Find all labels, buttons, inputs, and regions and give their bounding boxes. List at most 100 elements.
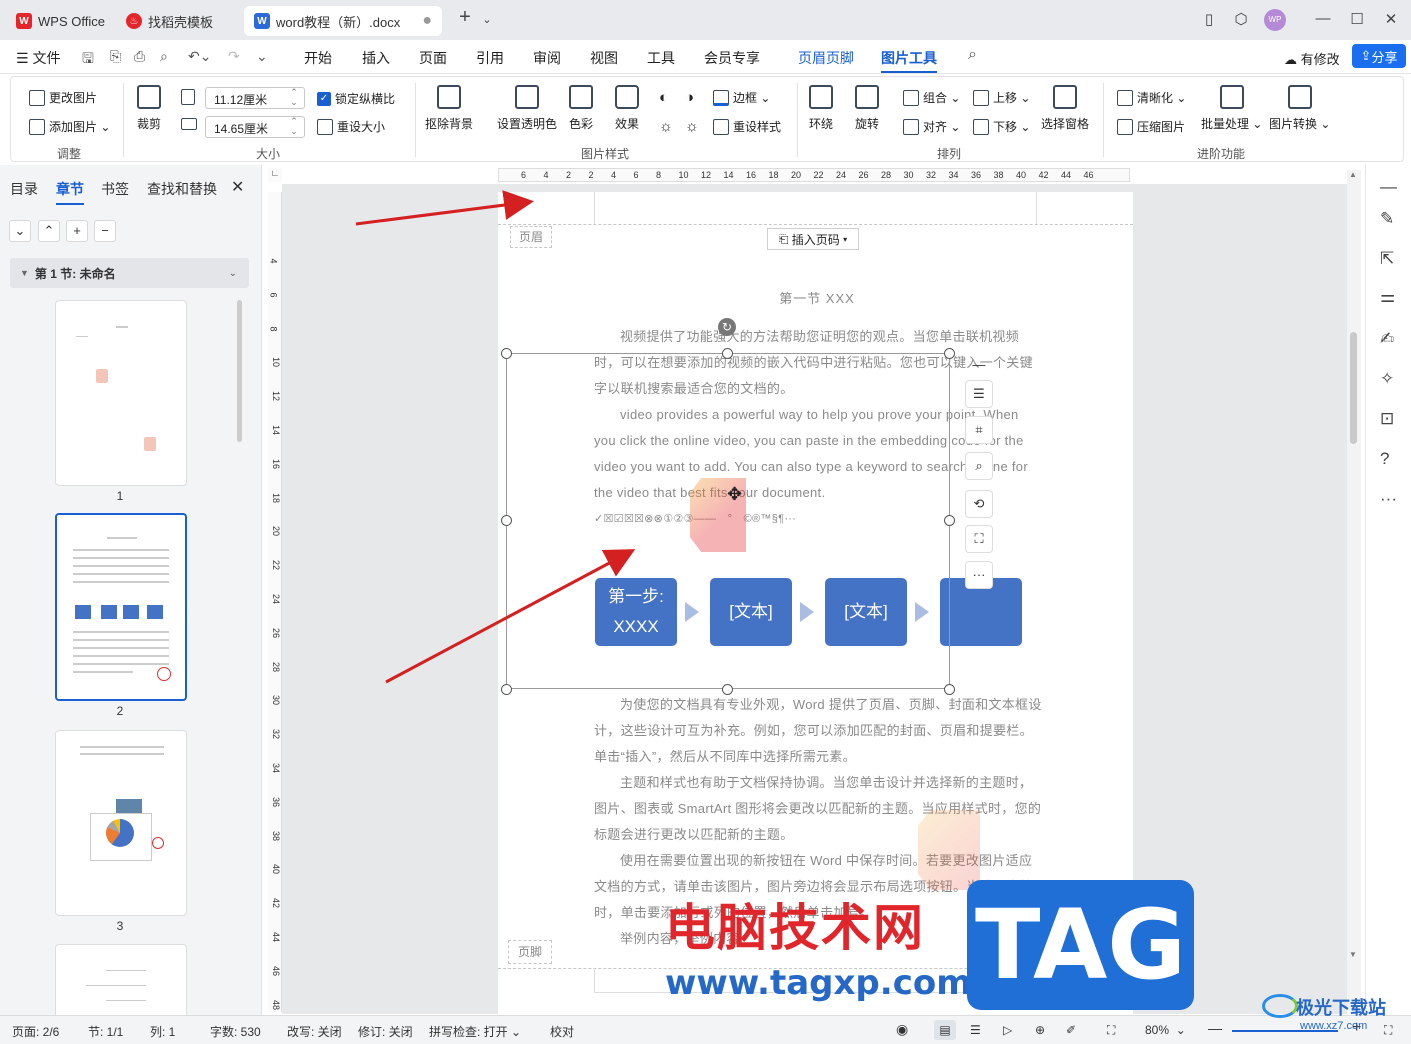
page-thumbnail-1[interactable] — [55, 300, 187, 486]
status-spellcheck[interactable]: 拼写检查: 打开 ⌄ — [429, 1023, 521, 1040]
chevron-down-icon[interactable]: ⌄ — [9, 220, 31, 242]
convert-button[interactable]: 图片转换 ⌄ — [1269, 85, 1330, 132]
tab-find-replace[interactable]: 查找和替换 — [147, 179, 217, 199]
fullscreen-icon[interactable]: ⛶ — [1384, 1023, 1392, 1038]
align-button[interactable]: 对齐 ⌄ — [903, 118, 960, 135]
layout-icon[interactable]: ▯ — [1198, 10, 1220, 28]
status-overwrite[interactable]: 改写: 关闭 — [287, 1023, 342, 1040]
wrap-button[interactable]: 环绕 — [809, 85, 833, 132]
close-icon[interactable]: ✕ — [1380, 10, 1402, 28]
tab-templates[interactable]: ♨ 找稻壳模板 — [116, 6, 238, 36]
remove-bg-button[interactable]: 抠除背景 — [425, 85, 473, 132]
outline-view-icon[interactable]: ☰ — [970, 1023, 981, 1037]
effect-button[interactable]: 效果 — [615, 85, 639, 132]
export-icon[interactable]: ⎘ — [110, 48, 121, 65]
resize-handle[interactable] — [944, 348, 955, 359]
pen-icon[interactable]: ✎ — [1380, 209, 1394, 229]
menu-header-footer[interactable]: 页眉页脚 — [798, 48, 854, 68]
section-item[interactable]: ▼ 第 1 节: 未命名 ⌄ — [10, 258, 249, 288]
batch-button[interactable]: 批量处理 ⌄ — [1201, 85, 1262, 132]
float-more-icon[interactable]: ··· — [965, 561, 993, 589]
change-image-button[interactable]: 更改图片 — [29, 89, 97, 106]
status-column[interactable]: 列: 1 — [150, 1023, 175, 1040]
brightness-icon[interactable]: ◐ — [659, 89, 668, 106]
scroll-up-icon[interactable]: ▲ — [1349, 170, 1357, 179]
save-icon[interactable]: 🖫 — [82, 48, 94, 72]
color-button[interactable]: 色彩 — [569, 85, 593, 132]
tab-wps-office[interactable]: W WPS Office — [6, 6, 110, 36]
minimize-icon[interactable]: — — [1312, 10, 1334, 27]
print-icon[interactable]: ⎙ — [134, 48, 145, 65]
compress-button[interactable]: 压缩图片 — [1117, 118, 1185, 135]
magic-tool-icon[interactable]: ✧ — [1380, 369, 1394, 389]
page-thumbnail-4[interactable] — [55, 944, 187, 1015]
help-icon[interactable]: ? — [1380, 449, 1389, 469]
status-proof[interactable]: 校对 — [550, 1023, 574, 1040]
new-tab-icon[interactable]: + — [454, 6, 476, 29]
rotate-button[interactable]: 旋转 — [855, 85, 879, 132]
collapse-tools-icon[interactable]: — — [965, 352, 993, 380]
collapse-sidebar-icon[interactable]: — — [1380, 177, 1397, 197]
brightness-down-icon[interactable]: ☼ — [659, 118, 673, 135]
group-button[interactable]: 组合 ⌄ — [903, 89, 960, 106]
search-icon[interactable]: ⌕ — [968, 46, 977, 64]
menu-home[interactable]: 开始 — [304, 48, 332, 68]
crop-button[interactable]: 裁剪 — [137, 85, 161, 132]
brush-icon[interactable]: ✍ — [1380, 329, 1394, 349]
play-icon[interactable]: ▷ — [1003, 1023, 1012, 1037]
reset-size-button[interactable]: 重设大小 — [317, 118, 385, 135]
menu-picture-tools[interactable]: 图片工具 — [881, 48, 937, 73]
more-chevron-icon[interactable]: ⌄ — [256, 48, 268, 65]
tab-bookmarks[interactable]: 书签 — [101, 179, 129, 199]
select-pane-button[interactable]: 选择窗格 — [1041, 85, 1089, 132]
tab-sections[interactable]: 章节 — [56, 179, 84, 205]
chevron-up-icon[interactable]: ⌃ — [38, 220, 60, 242]
pane-scrollbar[interactable] — [237, 300, 242, 442]
scroll-thumb[interactable] — [1350, 332, 1357, 444]
resize-handle[interactable] — [722, 684, 733, 695]
page-thumbnail-3[interactable] — [55, 730, 187, 916]
rotate-handle-icon[interactable]: ↻ — [718, 318, 736, 336]
share-button[interactable]: ⇪ 分享 — [1352, 44, 1406, 68]
horizontal-ruler[interactable]: 6 4 2 2 4 6 8 10 12 14 16 18 20 22 24 26 28 30 32 34 36 38 40 4… — [498, 168, 1130, 182]
close-pane-icon[interactable]: ✕ — [231, 177, 244, 197]
vertical-scrollbar[interactable]: ▲ ▼ — [1347, 170, 1361, 1010]
cube-icon[interactable]: ⬡ — [1230, 10, 1252, 28]
zoom-level[interactable]: 80% ⌄ — [1145, 1023, 1186, 1037]
resize-handle[interactable] — [944, 515, 955, 526]
unsaved-dot-icon[interactable]: ● — [422, 12, 432, 30]
pen-mode-icon[interactable]: ✐ — [1066, 1023, 1076, 1037]
section-menu-icon[interactable]: ⌄ — [229, 268, 237, 279]
border-button[interactable]: 边框 ⌄ — [713, 89, 770, 106]
move-up-button[interactable]: 上移 ⌄ — [973, 89, 1030, 106]
add-image-button[interactable]: 添加图片 ⌄ — [29, 118, 110, 135]
width-input[interactable]: 11.12厘米 — [205, 87, 305, 109]
menu-member[interactable]: 会员专享 — [704, 48, 760, 68]
reset-style-button[interactable]: 重设样式 — [713, 118, 781, 135]
print-preview-icon[interactable]: ⌕ — [160, 48, 168, 65]
status-page[interactable]: 页面: 2/6 — [12, 1023, 59, 1040]
lock-ratio-checkbox[interactable]: ✓ 锁定纵横比 — [317, 90, 395, 107]
resize-handle[interactable] — [944, 684, 955, 695]
sharpen-button[interactable]: 清晰化 ⌄ — [1117, 89, 1186, 106]
insert-page-number-button[interactable]: ⎗ 插入页码 ▾ — [767, 228, 859, 250]
tab-list-chevron-icon[interactable]: ⌄ — [476, 13, 498, 26]
zoom-out-icon[interactable]: — — [1208, 1020, 1222, 1036]
avatar[interactable]: WP — [1264, 9, 1286, 31]
add-section-icon[interactable]: + — [66, 220, 88, 242]
page-view-icon[interactable]: ▤ — [934, 1020, 956, 1040]
float-zoom-icon[interactable]: ⌕ — [965, 452, 993, 480]
move-down-button[interactable]: 下移 ⌄ — [973, 118, 1030, 135]
maximize-icon[interactable]: ☐ — [1346, 10, 1368, 28]
redo-icon[interactable]: ↷ — [228, 48, 240, 65]
resize-handle[interactable] — [722, 348, 733, 359]
book-icon[interactable]: ⊡ — [1380, 409, 1394, 429]
menu-view[interactable]: 视图 — [590, 48, 618, 68]
scroll-down-icon[interactable]: ▼ — [1349, 950, 1357, 959]
adjust-sliders-icon[interactable]: ⚌ — [1380, 287, 1395, 307]
menu-file[interactable]: ☰ 文件 — [16, 48, 60, 68]
tab-toc[interactable]: 目录 — [10, 179, 38, 199]
tab-document[interactable]: W word教程（新）.docx ● — [244, 6, 442, 36]
menu-review[interactable]: 审阅 — [533, 48, 561, 68]
float-crop-icon[interactable]: ⌗ — [965, 416, 993, 444]
